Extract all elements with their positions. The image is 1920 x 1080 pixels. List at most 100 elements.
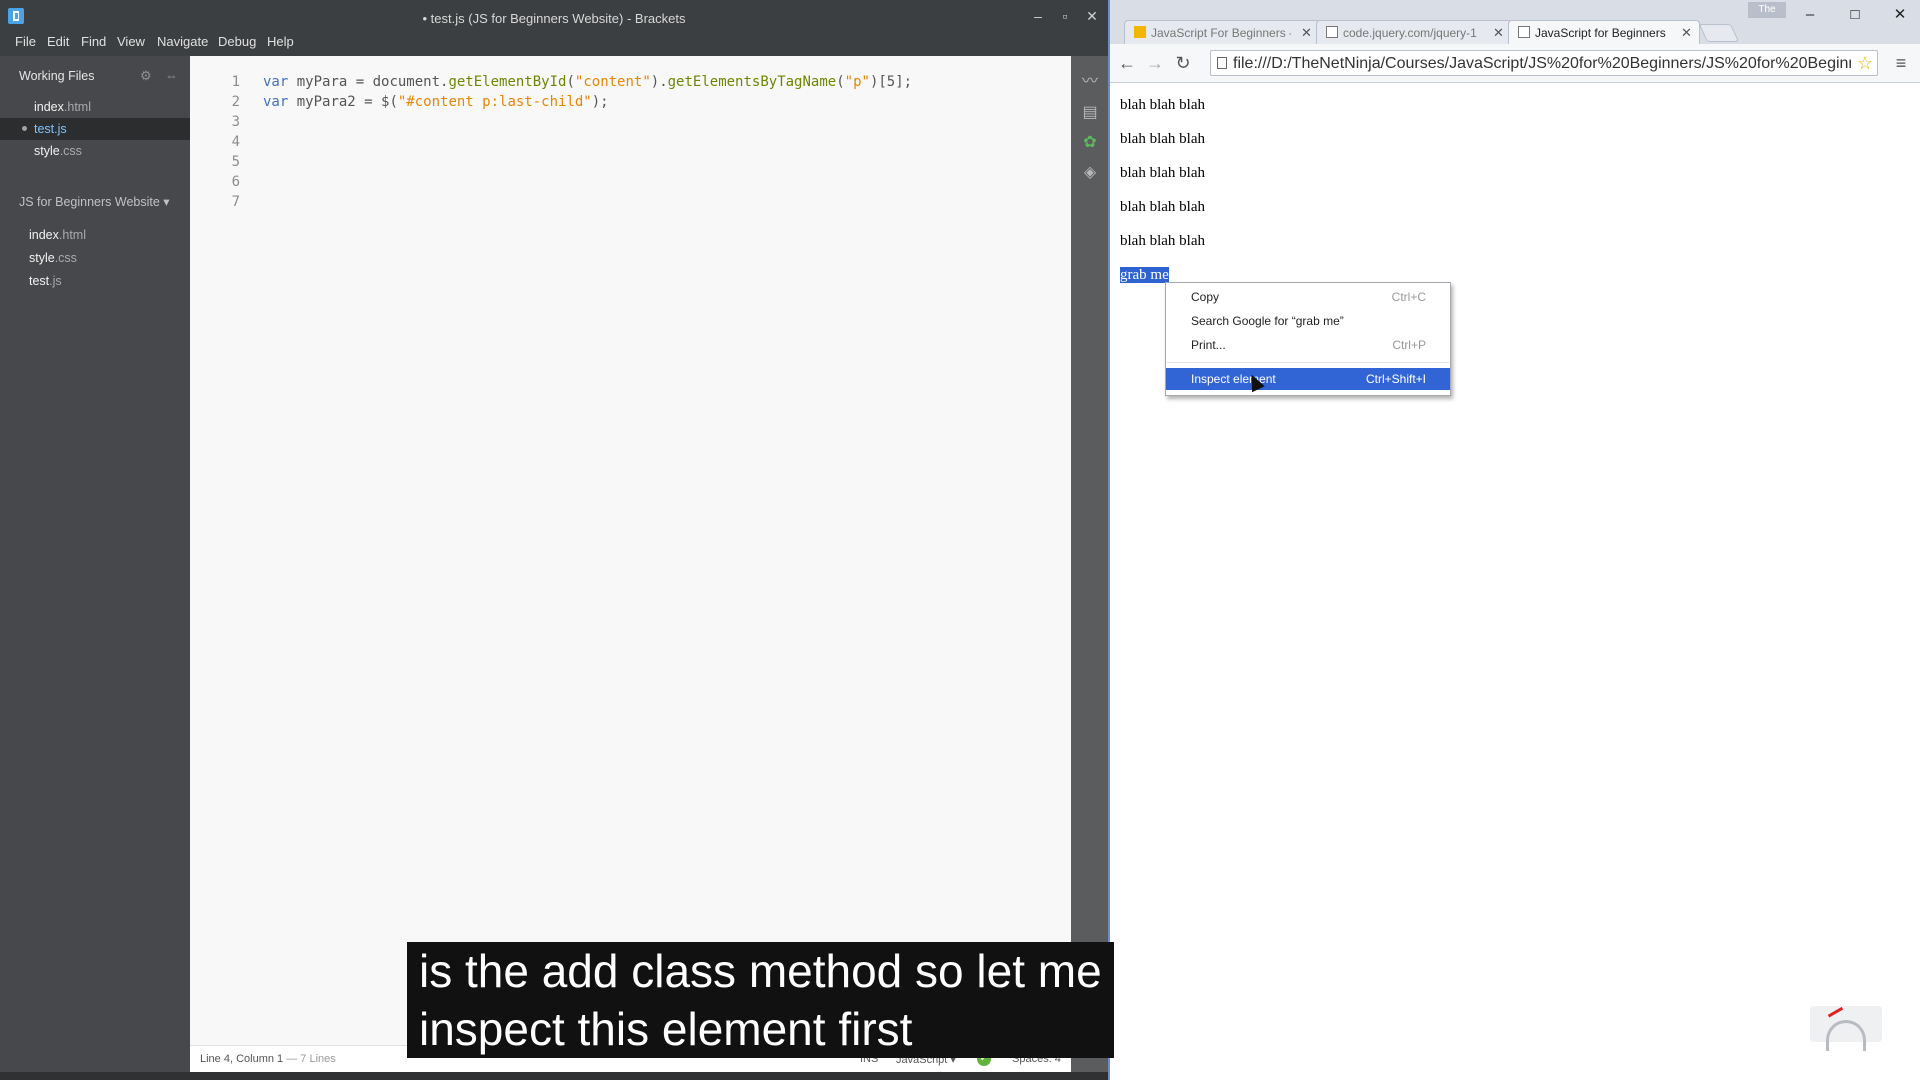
paragraph-grab-me[interactable]: grab me xyxy=(1120,267,1169,284)
sidebar: Working Files ⚙ ⇔ index.html test.js sty… xyxy=(0,56,190,1072)
working-file-index[interactable]: index.html xyxy=(34,100,91,114)
menu-help[interactable]: Help xyxy=(267,34,294,49)
file-ext: .js xyxy=(54,122,67,136)
tab-close-icon[interactable]: ✕ xyxy=(1493,25,1504,41)
code-editor[interactable]: 1 2 3 4 5 6 7 var myPara = document.getE… xyxy=(190,56,1071,1072)
menu-file[interactable]: File xyxy=(15,34,36,49)
extension-icon[interactable]: ✿ xyxy=(1080,133,1100,153)
tab-label: code.jquery.com/jquery-1 xyxy=(1343,26,1477,40)
project-file-index[interactable]: index.html xyxy=(29,228,86,242)
ctx-label: Search Google for “grab me” xyxy=(1191,314,1344,328)
tab-close-icon[interactable]: ✕ xyxy=(1681,25,1692,41)
line-count: — 7 Lines xyxy=(283,1053,336,1065)
paragraph: blah blah blah xyxy=(1120,97,1205,113)
unsaved-dot-icon xyxy=(22,126,27,131)
working-files-header: Working Files xyxy=(19,69,95,83)
minimize-icon[interactable]: – xyxy=(1026,6,1050,26)
project-file-test[interactable]: test.js xyxy=(29,274,62,288)
paragraph: blah blah blah xyxy=(1120,165,1205,181)
line-number: 6 xyxy=(231,174,240,190)
context-menu: Copy Ctrl+C Search Google for “grab me” P… xyxy=(1165,282,1451,396)
subtitle-line-2: inspect this element first xyxy=(419,1003,913,1055)
code-line-1[interactable]: var myPara = document.getElementById("co… xyxy=(263,74,912,90)
gear-icon[interactable]: ⚙ xyxy=(140,69,154,83)
ctx-print[interactable]: Print... Ctrl+P xyxy=(1166,334,1450,356)
code-token: var xyxy=(263,74,289,90)
net-ninja-logo-icon xyxy=(1810,1006,1882,1051)
ctx-copy[interactable]: Copy Ctrl+C xyxy=(1166,286,1450,308)
reload-icon[interactable]: ↻ xyxy=(1172,53,1194,73)
file-name: index xyxy=(29,228,59,242)
project-header[interactable]: JS for Beginners Website ▾ xyxy=(19,194,170,209)
file-name: test xyxy=(34,122,55,136)
right-toolbar: 〰 ▤ ✿ ◈ xyxy=(1071,56,1108,1072)
tab-close-icon[interactable]: ✕ xyxy=(1301,25,1312,41)
file-name: index xyxy=(34,100,64,114)
code-line-2[interactable]: var myPara2 = $("#content p:last-child")… xyxy=(263,94,609,110)
menu-bar: File Edit Find View Navigate Debug Help xyxy=(0,30,1108,56)
subtitle-line-1: is the add class method so let me xyxy=(419,945,1102,997)
tab-label: JavaScript For Beginners - xyxy=(1151,26,1291,40)
new-tab-button[interactable] xyxy=(1698,24,1740,42)
split-view-icon[interactable]: ⇔ xyxy=(165,69,179,83)
layers-icon[interactable]: ◈ xyxy=(1080,163,1100,183)
ctx-shortcut: Ctrl+C xyxy=(1391,290,1426,304)
menu-find[interactable]: Find xyxy=(81,34,106,49)
working-file-style[interactable]: style.css xyxy=(34,144,82,158)
project-file-style[interactable]: style.css xyxy=(29,251,77,265)
back-icon[interactable]: ← xyxy=(1116,53,1138,73)
live-preview-icon[interactable]: 〰 xyxy=(1080,72,1100,92)
tab-strip: JavaScript For Beginners - ✕ code.jquery… xyxy=(1110,0,1920,44)
selected-text: grab me xyxy=(1120,267,1169,283)
code-token: ( xyxy=(836,74,845,90)
forward-icon[interactable]: → xyxy=(1144,53,1166,73)
address-bar[interactable]: file:///D:/TheNetNinja/Courses/JavaScrip… xyxy=(1210,50,1878,76)
menu-navigate[interactable]: Navigate xyxy=(157,34,208,49)
ctx-shortcut: Ctrl+Shift+I xyxy=(1365,372,1426,386)
browser-toolbar: ← → ↻ file:///D:/TheNetNinja/Courses/Jav… xyxy=(1110,44,1920,83)
code-token: )[5]; xyxy=(869,74,913,90)
bookmark-star-icon[interactable]: ☆ xyxy=(1857,53,1873,74)
menu-view[interactable]: View xyxy=(117,34,145,49)
working-file-test[interactable]: test.js xyxy=(34,122,67,136)
extension-manager-icon[interactable]: ▤ xyxy=(1080,103,1100,123)
tab-label: JavaScript for Beginners xyxy=(1535,26,1666,40)
code-token: getElementsByTagName xyxy=(667,74,837,90)
ctx-inspect-element[interactable]: Inspect element Ctrl+Shift+I xyxy=(1166,368,1450,390)
ctx-separator xyxy=(1167,362,1449,363)
file-ext: .js xyxy=(49,274,62,288)
line-number: 2 xyxy=(231,94,240,110)
file-name: test xyxy=(29,274,50,288)
profile-badge[interactable]: The xyxy=(1748,2,1786,18)
video-subtitle: is the add class method so let me inspec… xyxy=(407,942,1114,1058)
window-title: • test.js (JS for Beginners Website) - B… xyxy=(422,11,686,26)
chrome-menu-icon[interactable]: ≡ xyxy=(1892,53,1910,73)
minimize-icon[interactable]: – xyxy=(1795,4,1825,26)
paragraph: blah blah blah xyxy=(1120,199,1205,215)
file-name: style xyxy=(34,144,60,158)
file-ext: .html xyxy=(58,228,86,242)
tab-jquery[interactable]: code.jquery.com/jquery-1 ✕ xyxy=(1316,20,1512,44)
close-icon[interactable]: ✕ xyxy=(1080,6,1104,26)
page-icon xyxy=(1217,57,1227,69)
cursor-position: Line 4, Column 1 — 7 Lines xyxy=(200,1053,336,1065)
cursor-position-text: Line 4, Column 1 xyxy=(200,1053,284,1065)
maximize-icon[interactable]: □ xyxy=(1840,4,1870,26)
menu-debug[interactable]: Debug xyxy=(218,34,256,49)
maximize-icon[interactable]: ▫ xyxy=(1053,6,1077,26)
line-number: 1 xyxy=(231,74,240,90)
file-ext: .css xyxy=(59,144,82,158)
code-token: var xyxy=(263,94,289,110)
ctx-search-google[interactable]: Search Google for “grab me” xyxy=(1166,310,1450,332)
url-text: file:///D:/TheNetNinja/Courses/JavaScrip… xyxy=(1233,55,1851,72)
close-icon[interactable]: ✕ xyxy=(1885,4,1915,26)
code-token: getElementById xyxy=(448,74,567,90)
line-number: 4 xyxy=(231,134,240,150)
tab-js-beginners-1[interactable]: JavaScript For Beginners - ✕ xyxy=(1124,20,1320,44)
menu-edit[interactable]: Edit xyxy=(47,34,69,49)
line-number: 5 xyxy=(231,154,240,170)
code-token: myPara = document. xyxy=(288,74,449,90)
favicon-icon xyxy=(1134,26,1146,38)
chrome-window: JavaScript For Beginners - ✕ code.jquery… xyxy=(1108,0,1920,1080)
tab-js-beginners-active[interactable]: JavaScript for Beginners ✕ xyxy=(1508,20,1700,44)
